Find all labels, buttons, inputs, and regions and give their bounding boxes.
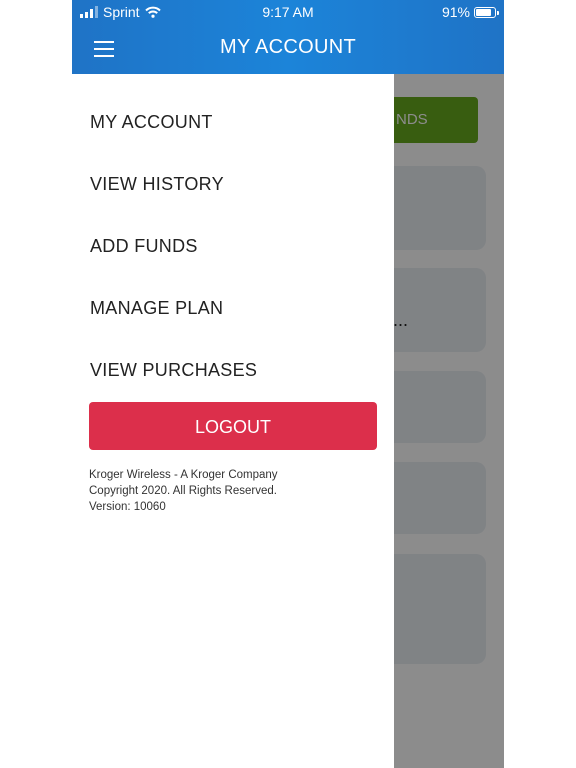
menu-item-view-history[interactable]: VIEW HISTORY bbox=[90, 174, 224, 195]
copyright-line: Copyright 2020. All Rights Reserved. bbox=[89, 485, 277, 497]
version-line: Version: 10060 bbox=[89, 501, 166, 513]
menu-item-view-purchases[interactable]: VIEW PURCHASES bbox=[90, 360, 257, 381]
menu-item-manage-plan[interactable]: MANAGE PLAN bbox=[90, 298, 223, 319]
company-line: Kroger Wireless - A Kroger Company bbox=[89, 469, 278, 481]
menu-item-my-account[interactable]: MY ACCOUNT bbox=[90, 112, 213, 133]
battery-percent: 91% bbox=[441, 4, 470, 20]
menu-item-add-funds[interactable]: ADD FUNDS bbox=[90, 236, 198, 257]
drawer-footer: Kroger Wireless - A Kroger Company Copyr… bbox=[89, 467, 278, 515]
app-header: Sprint 9:17 AM 91% MY ACCOUNT bbox=[72, 0, 504, 74]
logout-button[interactable]: LOGOUT bbox=[89, 402, 377, 450]
battery-info: 91% bbox=[441, 4, 499, 20]
app-screen: NDS 3 Highs... 0 0 Sprint bbox=[72, 0, 504, 768]
nav-bar: MY ACCOUNT bbox=[72, 24, 504, 74]
status-bar: Sprint 9:17 AM 91% bbox=[72, 0, 504, 24]
battery-icon bbox=[474, 6, 499, 18]
page-title: MY ACCOUNT bbox=[220, 36, 356, 58]
status-time: 9:17 AM bbox=[262, 4, 314, 20]
side-drawer: MY ACCOUNT VIEW HISTORY ADD FUNDS MANAGE… bbox=[72, 74, 394, 768]
battery-fill bbox=[476, 8, 491, 16]
